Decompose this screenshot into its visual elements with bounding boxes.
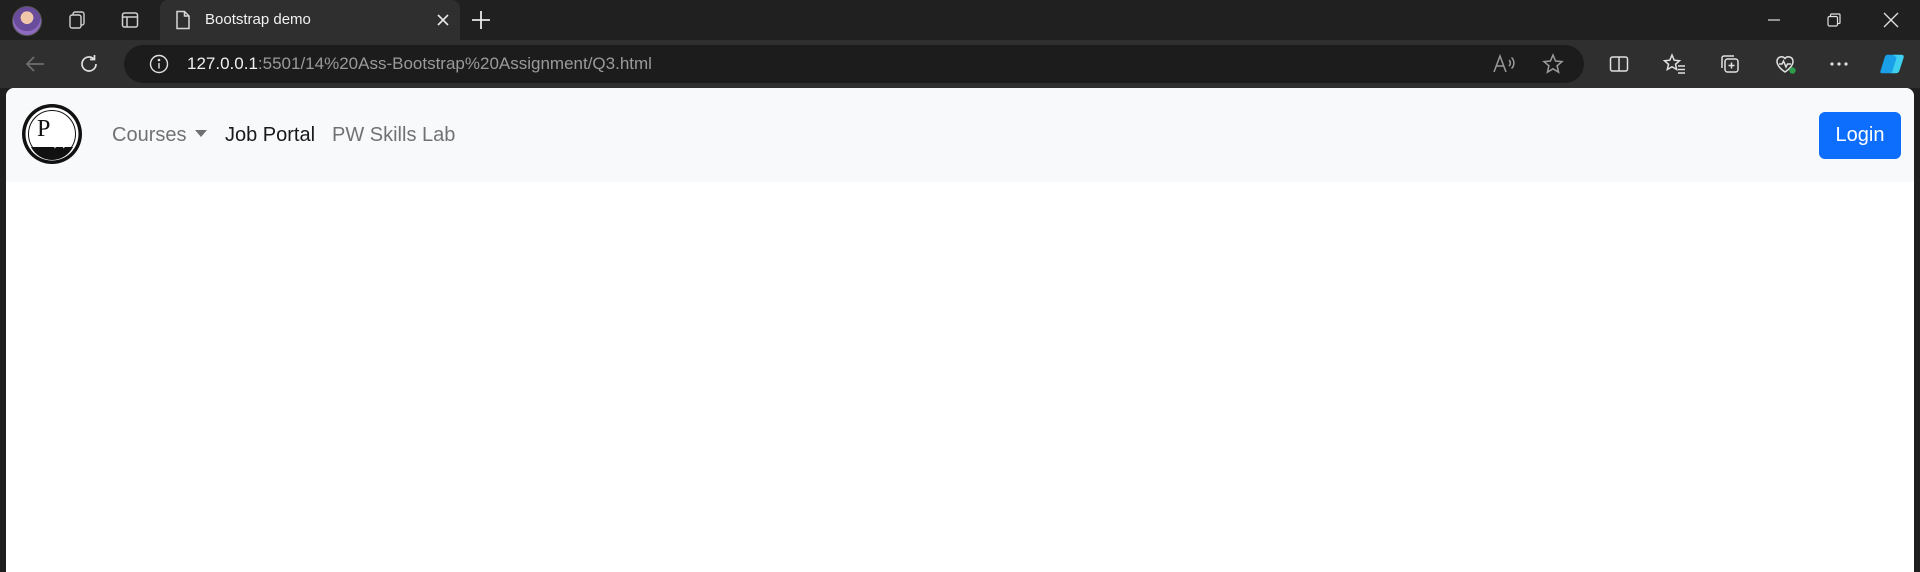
- favorite-star-icon[interactable]: [1540, 51, 1566, 77]
- browser-essentials-icon[interactable]: [1772, 51, 1798, 77]
- browser-tab-active[interactable]: Bootstrap demo: [160, 0, 460, 40]
- read-aloud-icon[interactable]: [1491, 51, 1517, 77]
- close-window-icon[interactable]: [1863, 0, 1919, 40]
- refresh-icon[interactable]: [76, 51, 102, 77]
- site-info-icon[interactable]: [146, 51, 172, 77]
- caret-down-icon: [195, 130, 208, 137]
- new-tab-icon[interactable]: [468, 7, 494, 33]
- login-button[interactable]: Login: [1819, 112, 1901, 159]
- page-viewport: P W Courses Job Portal PW Skills Lab Log…: [6, 88, 1914, 572]
- nav-courses-label: Courses: [112, 124, 187, 146]
- tab-title: Bootstrap demo: [205, 11, 311, 28]
- brand-logo[interactable]: P W: [21, 103, 83, 165]
- split-screen-icon[interactable]: [1606, 51, 1632, 77]
- browser-toolbar: 127.0.0.1:5501/14%20Ass-Bootstrap%20Assi…: [0, 40, 1920, 88]
- url-path: :5501/14%20Ass-Bootstrap%20Assignment/Q3…: [257, 54, 652, 73]
- url-text[interactable]: 127.0.0.1:5501/14%20Ass-Bootstrap%20Assi…: [187, 54, 652, 74]
- minimize-icon[interactable]: [1746, 0, 1802, 40]
- close-tab-icon[interactable]: [432, 9, 454, 31]
- url-host: 127.0.0.1: [187, 54, 258, 73]
- tab-actions-icon[interactable]: [117, 7, 143, 33]
- favorites-icon[interactable]: [1662, 51, 1688, 77]
- nav-pw-skills-lab[interactable]: PW Skills Lab: [332, 124, 455, 147]
- nav-job-portal[interactable]: Job Portal: [225, 124, 315, 147]
- restore-icon[interactable]: [1806, 0, 1862, 40]
- copilot-icon[interactable]: [1880, 51, 1906, 77]
- browser-titlebar: Bootstrap demo: [0, 0, 1920, 40]
- svg-text:W: W: [48, 128, 71, 154]
- profile-avatar[interactable]: [12, 6, 42, 36]
- pw-logo: P W: [22, 104, 82, 164]
- more-options-icon[interactable]: [1826, 51, 1852, 77]
- workspaces-icon[interactable]: [64, 7, 90, 33]
- address-bar[interactable]: 127.0.0.1:5501/14%20Ass-Bootstrap%20Assi…: [124, 45, 1584, 83]
- page-icon: [170, 7, 196, 33]
- collections-icon[interactable]: [1717, 51, 1743, 77]
- nav-courses-dropdown[interactable]: Courses: [112, 124, 208, 147]
- back-icon[interactable]: [22, 51, 48, 77]
- navbar: P W Courses Job Portal PW Skills Lab Log…: [6, 88, 1914, 182]
